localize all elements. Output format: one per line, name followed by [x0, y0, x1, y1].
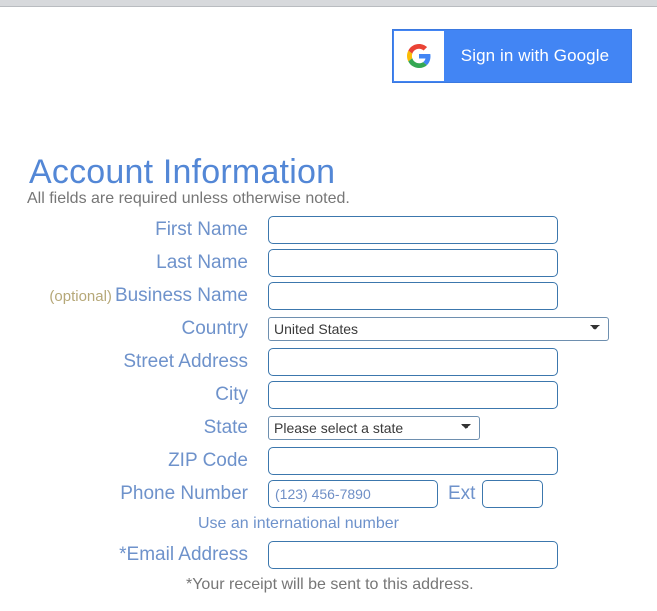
receipt-note: *Your receipt will be sent to this addre…: [186, 576, 474, 593]
country-field-wrap: United States: [268, 316, 657, 341]
form-row-email-address: *Email Address: [0, 538, 657, 571]
email-address-label: *Email Address: [119, 543, 248, 565]
receipt-note-row: *Your receipt will be sent to this addre…: [0, 571, 657, 599]
form-row-zip-code: ZIP Code: [0, 444, 657, 477]
extension-label: Ext: [448, 482, 476, 504]
email-address-field-wrap: [268, 540, 657, 569]
phone-number-field-wrap: Ext: [268, 479, 657, 508]
form-row-street-address: Street Address: [0, 345, 657, 378]
form-row-city: City: [0, 378, 657, 411]
street-address-input[interactable]: [268, 347, 558, 376]
city-input[interactable]: [268, 380, 558, 409]
form-row-phone-number: Phone Number Ext: [0, 477, 657, 510]
business-name-input[interactable]: [268, 281, 558, 310]
form-row-country: Country United States: [0, 312, 657, 345]
account-information-form: First Name Last Name (optional) Business …: [0, 213, 657, 599]
first-name-label: First Name: [155, 218, 248, 240]
last-name-input[interactable]: [268, 248, 558, 277]
business-name-label: (optional) Business Name: [0, 285, 268, 307]
zip-code-field-wrap: [268, 446, 657, 475]
google-g-icon: [394, 31, 444, 81]
form-row-first-name: First Name: [0, 213, 657, 246]
browser-chrome-bar: [0, 0, 657, 7]
first-name-input[interactable]: [268, 215, 558, 244]
last-name-label: Last Name: [156, 251, 248, 273]
state-field-wrap: Please select a state: [268, 415, 657, 440]
zip-code-input[interactable]: [268, 446, 558, 475]
required-fields-note: All fields are required unless otherwise…: [27, 190, 350, 207]
page-title: Account Information: [29, 152, 336, 191]
street-address-field-wrap: [268, 347, 657, 376]
country-label: Country: [181, 317, 248, 339]
use-international-number-link[interactable]: Use an international number: [198, 515, 399, 533]
sign-in-with-google-label: Sign in with Google: [460, 46, 610, 65]
form-row-state: State Please select a state: [0, 411, 657, 444]
state-select[interactable]: Please select a state: [268, 415, 480, 440]
business-name-label-text: Business Name: [114, 284, 248, 306]
phone-number-label: Phone Number: [120, 482, 248, 504]
country-select[interactable]: United States: [268, 316, 609, 341]
email-address-input[interactable]: [268, 540, 558, 569]
zip-code-label: ZIP Code: [168, 449, 248, 471]
state-label: State: [203, 416, 248, 438]
first-name-field-wrap: [268, 215, 657, 244]
business-name-optional-tag: (optional): [49, 287, 112, 305]
phone-number-input[interactable]: [268, 479, 438, 508]
international-number-row: Use an international number: [0, 510, 657, 538]
form-row-last-name: Last Name: [0, 246, 657, 279]
form-row-business-name: (optional) Business Name: [0, 279, 657, 312]
street-address-label: Street Address: [123, 350, 248, 372]
sign-in-with-google-button[interactable]: Sign in with Google: [392, 29, 632, 83]
business-name-field-wrap: [268, 281, 657, 310]
extension-input[interactable]: [482, 479, 544, 508]
city-field-wrap: [268, 380, 657, 409]
last-name-field-wrap: [268, 248, 657, 277]
city-label: City: [215, 383, 248, 405]
